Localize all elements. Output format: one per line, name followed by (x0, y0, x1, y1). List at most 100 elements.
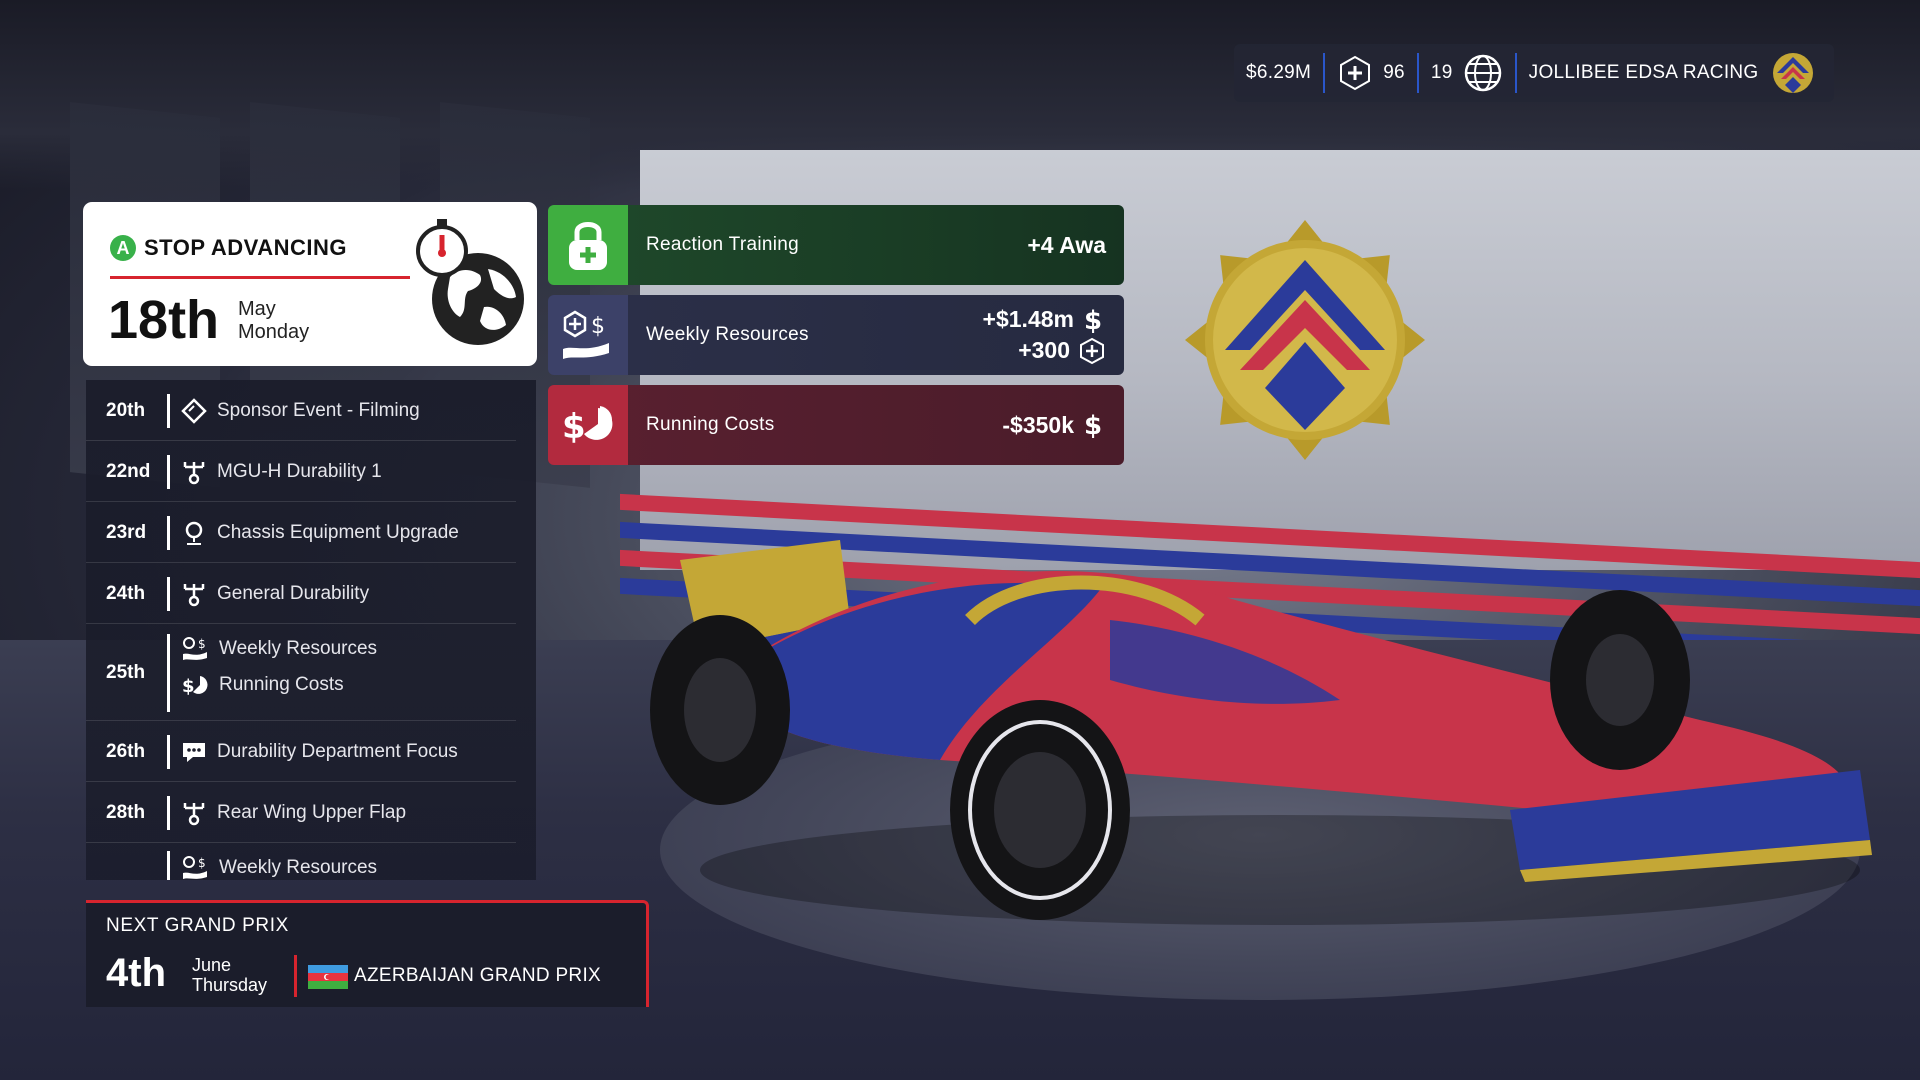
event-divider (167, 634, 170, 712)
event-day: 20th (106, 400, 146, 421)
svg-text:$: $ (182, 676, 195, 697)
event-divider (167, 577, 170, 611)
accent-divider (110, 276, 410, 279)
race-car-illustration (650, 540, 1872, 925)
svg-text:$: $ (1084, 306, 1102, 334)
notification-value-secondary: +300 (1018, 337, 1070, 363)
event-divider (167, 455, 170, 489)
money-value: $6.29M (1246, 62, 1312, 83)
engineering-tree-icon (183, 803, 205, 826)
notification-money-row: -$350k $ (1002, 410, 1106, 441)
event-label: Rear Wing Upper Flap (217, 802, 407, 823)
notification-value: +$1.48m (982, 306, 1074, 332)
team-logo-icon (1772, 53, 1813, 93)
event-row[interactable]: 24th General Durability (86, 563, 516, 624)
location-pin-icon (185, 521, 203, 545)
event-label: MGU-H Durability 1 (217, 461, 382, 482)
stop-advancing-label: STOP ADVANCING (144, 235, 347, 260)
notification-money-row: +$1.48m $ (983, 304, 1106, 335)
engineering-tree-icon (183, 584, 205, 607)
chat-bubble-icon (183, 743, 205, 762)
svg-text:$: $ (1084, 411, 1102, 439)
next-gp-divider (294, 955, 297, 997)
event-label: Durability Department Focus (217, 741, 458, 762)
event-item: $ Running Costs (181, 672, 344, 698)
current-weekday: Monday (238, 321, 310, 343)
event-label: Weekly Resources (219, 638, 378, 659)
event-divider (167, 516, 170, 550)
event-day: 23rd (106, 522, 147, 543)
running-costs-icon-box: $ (548, 385, 628, 465)
event-row[interactable]: 23rd Chassis Equipment Upgrade (86, 502, 516, 563)
weekly-resources-icon-box: $ (548, 295, 628, 375)
event-day: 26th (106, 741, 146, 762)
notification-values: +$1.48m $ +300 (983, 304, 1106, 366)
event-item: $ Weekly Resources (181, 636, 377, 662)
globe-counter-display: 19 (1419, 44, 1515, 102)
team-name-display: JOLLIBEE EDSA RACING (1517, 44, 1829, 102)
globe-stopwatch-icon (416, 219, 524, 345)
team-status-bar: $6.29M 96 19 JOLLIBEE EDSA RACING (1234, 44, 1834, 102)
event-divider (167, 796, 170, 830)
event-day: 25th (106, 662, 146, 683)
azerbaijan-flag-icon (308, 965, 348, 989)
event-row[interactable]: $ Weekly Resources (86, 843, 516, 880)
event-item: Chassis Equipment Upgrade (181, 520, 459, 546)
event-item: General Durability (181, 581, 369, 607)
next-gp-name: AZERBAIJAN GRAND PRIX (354, 965, 602, 986)
svg-text:$: $ (591, 314, 605, 339)
event-row[interactable]: 22nd MGU-H Durability 1 (86, 441, 516, 502)
event-item: MGU-H Durability 1 (181, 459, 382, 485)
stop-advancing-control[interactable]: A STOP ADVANCING (110, 235, 347, 261)
notification-title: Reaction Training (646, 234, 799, 255)
event-day: 24th (106, 583, 146, 604)
svg-text:$: $ (198, 637, 206, 651)
event-row[interactable]: 25th $ Weekly Resources $ Running Costs (86, 624, 516, 721)
weekly-resources-icon: $ (183, 637, 207, 660)
notification-weekly-resources[interactable]: $ Weekly Resources +$1.48m $ +300 (548, 295, 1124, 375)
resource-points-value: 96 (1383, 62, 1405, 83)
event-row[interactable]: 20th Sponsor Event - Filming (86, 380, 516, 441)
training-lock-icon (569, 222, 607, 270)
event-divider (167, 851, 170, 880)
current-month-weekday: May Monday (238, 298, 309, 344)
team-emblem-logo (1185, 220, 1425, 460)
resource-points-display: 96 (1325, 44, 1417, 102)
notification-title: Running Costs (646, 414, 775, 435)
current-date-card[interactable]: A STOP ADVANCING 18th May Monday (86, 205, 534, 363)
notification-running-costs[interactable]: $ Running Costs -$350k $ (548, 385, 1124, 465)
next-gp-label: NEXT GRAND PRIX (106, 915, 289, 936)
event-divider (167, 735, 170, 769)
team-name: JOLLIBEE EDSA RACING (1528, 62, 1759, 83)
next-gp-day: 4th (106, 951, 166, 995)
notification-title: Weekly Resources (646, 324, 809, 345)
svg-text:$: $ (562, 407, 586, 447)
next-grand-prix-panel[interactable]: NEXT GRAND PRIX 4th June Thursday AZERBA… (86, 900, 649, 1007)
resource-points-icon (1340, 55, 1371, 91)
notification-value: -$350k (1002, 411, 1074, 438)
next-gp-weekday: Thursday (192, 975, 268, 995)
upcoming-events-list[interactable]: 20th Sponsor Event - Filming 22nd MGU-H … (86, 380, 536, 880)
event-label: General Durability (217, 583, 370, 604)
a-button-prompt[interactable]: A (110, 235, 136, 261)
training-icon-box (548, 205, 628, 285)
current-day: 18th (108, 290, 220, 350)
event-item: Rear Wing Upper Flap (181, 800, 406, 826)
notification-value: +4 Awa (1027, 231, 1106, 258)
resource-points-icon (1080, 337, 1104, 364)
event-row[interactable]: 26th Durability Department Focus (86, 721, 516, 782)
running-costs-icon: $ (562, 406, 613, 447)
engineering-tree-icon (183, 462, 205, 485)
weekly-resources-icon: $ (183, 856, 207, 879)
event-label: Weekly Resources (219, 857, 378, 878)
weekly-resources-icon: $ (563, 310, 609, 359)
event-row[interactable]: 28th Rear Wing Upper Flap (86, 782, 516, 843)
running-costs-icon: $ (182, 676, 208, 697)
notification-points-row: +300 (983, 335, 1106, 366)
next-gp-month: June (192, 955, 232, 975)
notification-reaction-training[interactable]: Reaction Training +4 Awa (548, 205, 1124, 285)
money-display: $6.29M (1234, 44, 1323, 102)
svg-text:$: $ (198, 856, 206, 870)
event-item: Sponsor Event - Filming (181, 398, 420, 424)
event-item: Durability Department Focus (181, 739, 458, 765)
